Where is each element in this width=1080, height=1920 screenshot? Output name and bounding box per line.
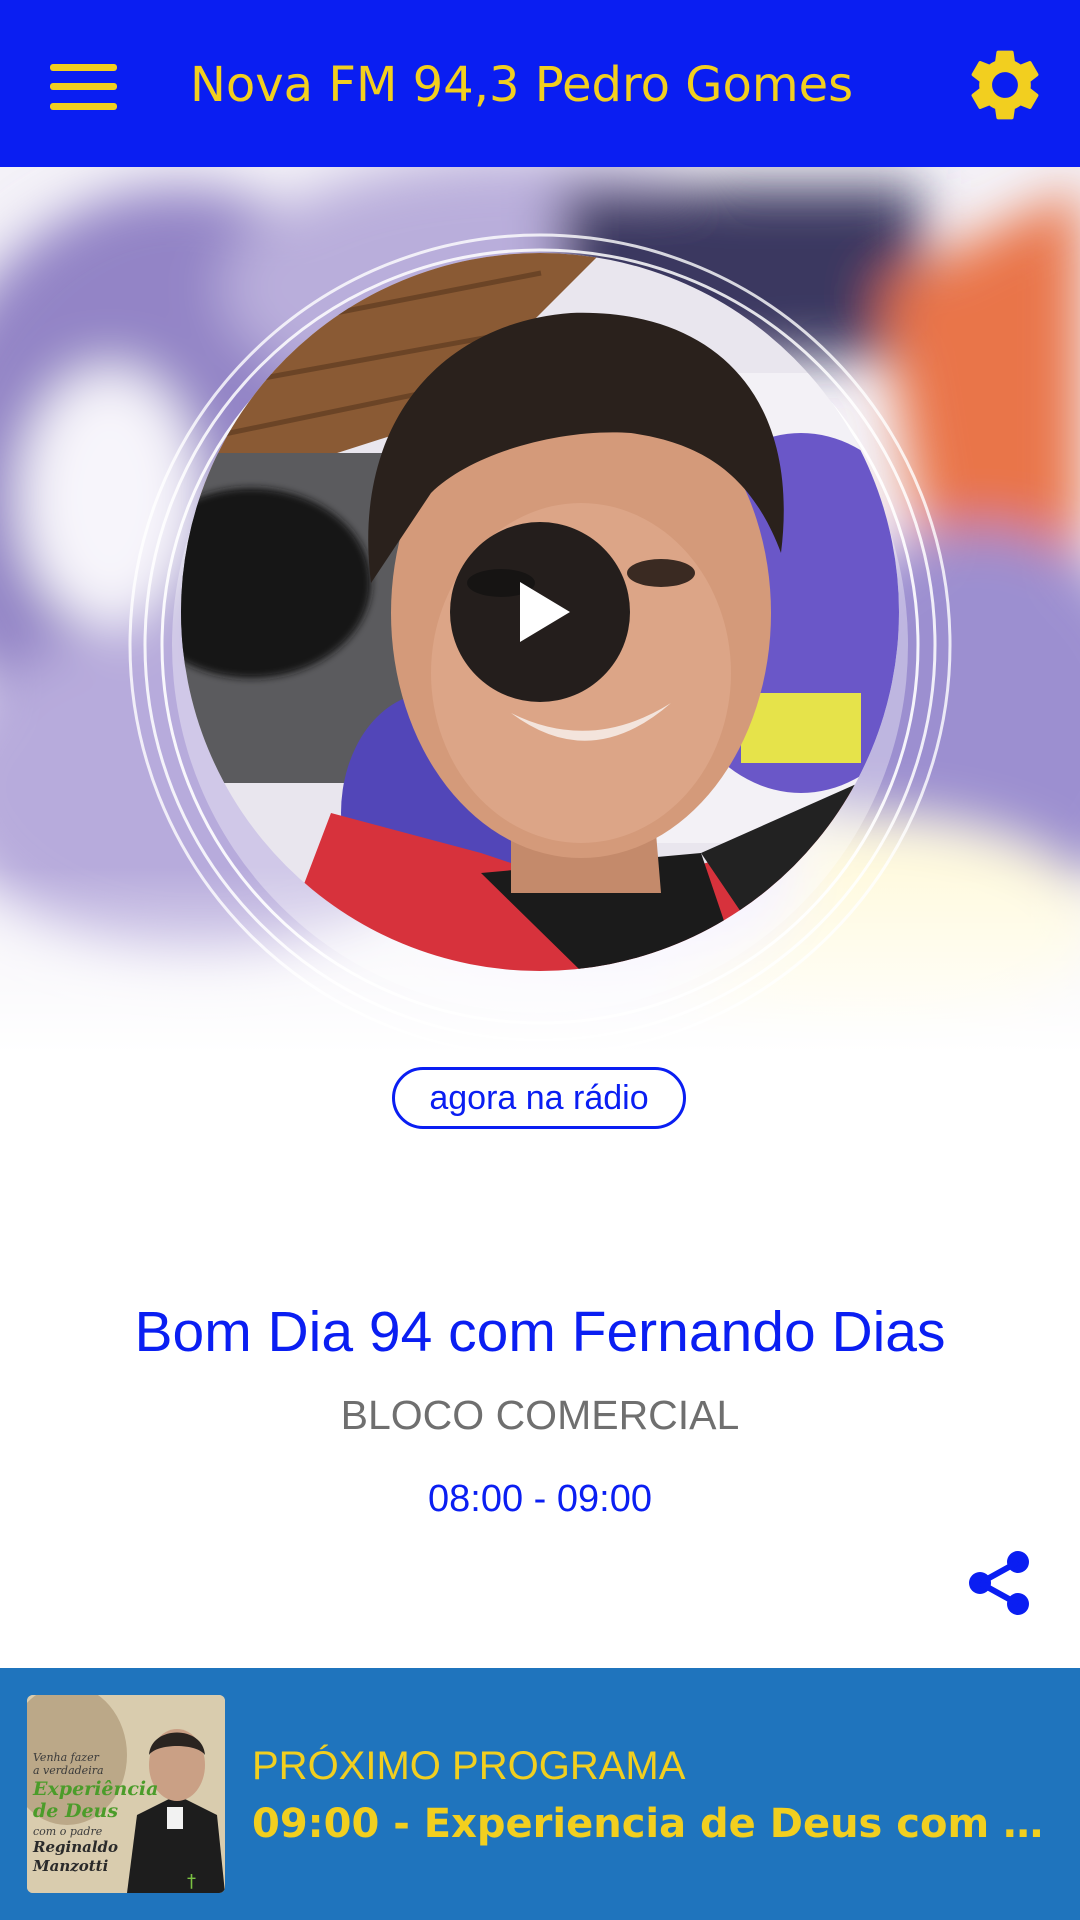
share-icon xyxy=(969,1551,1029,1615)
share-button[interactable] xyxy=(968,1550,1032,1616)
hamburger-menu-icon xyxy=(50,64,117,71)
settings-button[interactable] xyxy=(962,42,1048,128)
play-button[interactable] xyxy=(450,522,630,702)
thumbnail-text-4: de Deus xyxy=(33,1800,119,1822)
hamburger-menu-icon-bar xyxy=(50,103,117,110)
next-program-label: PRÓXIMO PROGRAMA xyxy=(252,1744,686,1788)
gear-icon xyxy=(971,50,1039,120)
host-photo xyxy=(181,253,899,971)
thumbnail-text-3: Experiência xyxy=(33,1778,159,1800)
app-title: Nova FM 94,3 Pedro Gomes xyxy=(190,57,854,113)
now-playing-artwork xyxy=(0,167,1080,1087)
now-on-radio-badge: agora na rádio xyxy=(392,1067,686,1129)
thumbnail-text-1: Venha fazer xyxy=(33,1751,99,1764)
next-program-bar[interactable]: † Venha fazer a verdadeira Experiência d… xyxy=(0,1668,1080,1920)
menu-button[interactable] xyxy=(50,64,117,110)
show-title: Bom Dia 94 com Fernando Dias xyxy=(134,1300,946,1364)
thumbnail-text-7: Manzotti xyxy=(33,1857,109,1875)
next-program-thumbnail: † Venha fazer a verdadeira Experiência d… xyxy=(27,1695,225,1893)
show-time-range: 08:00 - 09:00 xyxy=(428,1478,652,1520)
thumbnail-text-2: a verdadeira xyxy=(33,1764,104,1777)
next-program-title: 09:00 - Experiencia de Deus com Programa xyxy=(252,1801,1072,1847)
thumbnail-text-6: Reginaldo xyxy=(33,1838,119,1856)
svg-text:†: † xyxy=(187,1871,196,1892)
app-bar: Nova FM 94,3 Pedro Gomes xyxy=(0,0,1080,167)
hamburger-menu-icon-bar xyxy=(50,83,117,90)
play-icon xyxy=(520,582,570,642)
thumbnail-text-5: com o padre xyxy=(33,1825,103,1838)
show-segment: BLOCO COMERCIAL xyxy=(340,1392,740,1438)
